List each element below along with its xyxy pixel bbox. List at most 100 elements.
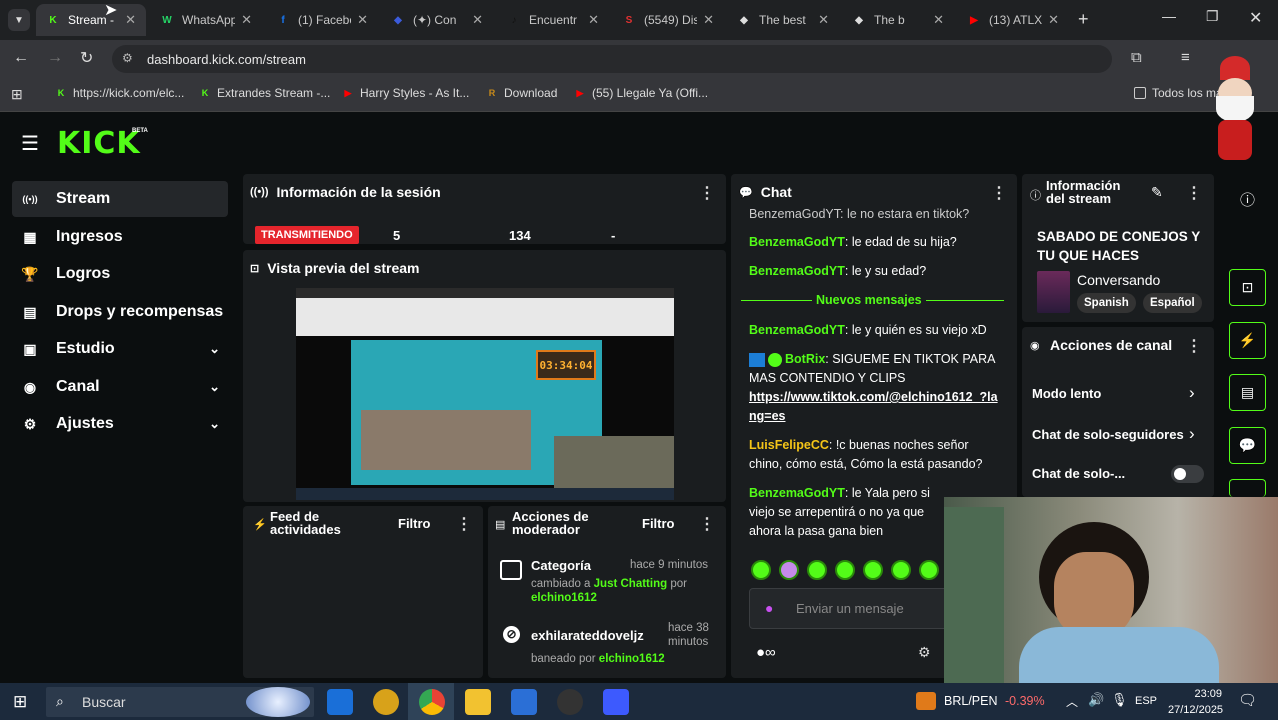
taskbar-search[interactable]: ⌕ Buscar — [46, 687, 314, 717]
category-name[interactable]: Conversando — [1077, 272, 1160, 288]
app-medal-icon[interactable] — [373, 689, 399, 715]
stream-preview-video[interactable]: 03:34:04 — [296, 288, 674, 500]
app-blue-icon[interactable] — [603, 689, 629, 715]
bookmark-item[interactable]: ▶ Harry Styles - As It... — [342, 86, 470, 100]
outlook-icon[interactable] — [327, 689, 353, 715]
emote-2-icon[interactable] — [779, 560, 799, 580]
emote-3-icon[interactable] — [807, 560, 827, 580]
sidebar-item-estudio[interactable]: ▣ Estudio ⌄ — [12, 331, 228, 367]
apps-grid-icon[interactable]: ⊞ — [11, 86, 23, 103]
chat-username[interactable]: BenzemaGodYT — [749, 486, 845, 500]
tab-0[interactable]: K Stream - ✕ — [36, 4, 146, 36]
chevron-down-icon[interactable]: ⌄ — [209, 341, 220, 357]
info-rail-icon[interactable]: ⓘ — [1240, 189, 1255, 210]
emote-6-icon[interactable] — [891, 560, 911, 580]
rail-lightning-button[interactable]: ⚡ — [1229, 322, 1266, 359]
subs-only-toggle[interactable] — [1171, 465, 1204, 483]
clock[interactable]: 23:09 27/12/2025 — [1168, 686, 1223, 718]
mod-filter-button[interactable]: Filtro — [642, 516, 675, 531]
tab-1[interactable]: W WhatsApp ✕ — [150, 4, 262, 36]
forward-icon[interactable]: → — [47, 49, 63, 67]
language-indicator[interactable]: ESP — [1135, 695, 1157, 707]
bookmark-item[interactable]: K Extrandes Stream -... — [199, 86, 331, 100]
file-explorer-icon[interactable] — [465, 689, 491, 715]
chevron-right-icon[interactable]: › — [1189, 383, 1195, 403]
site-info-icon[interactable]: ⚙ — [122, 51, 133, 65]
chrome-icon[interactable] — [419, 689, 445, 715]
bookmark-item[interactable]: R Download — [486, 86, 558, 100]
tab-close-icon[interactable]: ✕ — [818, 12, 829, 28]
store-icon[interactable] — [511, 689, 537, 715]
mic-tray-icon[interactable]: 🎙 — [1111, 692, 1128, 708]
mod-actor-link[interactable]: elchino1612 — [599, 653, 665, 665]
tab-5[interactable]: S (5549) Dis ✕ — [612, 4, 724, 36]
rail-chat-button[interactable]: 💬 — [1229, 427, 1266, 464]
chat-menu-icon[interactable]: ⋮ — [991, 183, 1007, 203]
back-icon[interactable]: ← — [13, 49, 29, 67]
emote-5-icon[interactable] — [863, 560, 883, 580]
edit-pencil-icon[interactable]: ✎ — [1151, 184, 1163, 201]
sidebar-item-ingresos[interactable]: ▦ Ingresos — [12, 219, 228, 255]
channel-actions-menu-icon[interactable]: ⋮ — [1186, 336, 1202, 356]
kick-logo[interactable]: KICK — [57, 126, 141, 161]
mod-menu-icon[interactable]: ⋮ — [699, 514, 715, 534]
new-tab-button[interactable]: + — [1078, 9, 1089, 30]
minimize-button[interactable]: — — [1162, 8, 1176, 24]
microphone-icon[interactable]: ● — [765, 600, 773, 616]
slow-mode-row[interactable]: Modo lento — [1032, 386, 1101, 401]
reload-icon[interactable]: ↻ — [80, 48, 93, 68]
tab-close-icon[interactable]: ✕ — [703, 12, 714, 28]
tab-close-icon[interactable]: ✕ — [125, 12, 136, 28]
feed-menu-icon[interactable]: ⋮ — [456, 514, 472, 534]
tag-chip[interactable]: Español — [1143, 293, 1202, 313]
points-icon[interactable]: ●∞ — [756, 644, 776, 661]
tab-8[interactable]: ▶ (13) ATLX ✕ — [957, 4, 1069, 36]
extensions-icon[interactable]: ⧉ — [1131, 49, 1142, 66]
media-controls-icon[interactable]: ≡ — [1181, 49, 1190, 66]
chat-username[interactable]: BenzemaGodYT — [749, 264, 845, 278]
followers-only-row[interactable]: Chat de solo-seguidores — [1032, 427, 1184, 442]
tab-close-icon[interactable]: ✕ — [472, 12, 483, 28]
sidebar-item-canal[interactable]: ◉ Canal ⌄ — [12, 369, 228, 405]
mod-actor-link[interactable]: elchino1612 — [531, 592, 597, 604]
emote-7-icon[interactable] — [919, 560, 939, 580]
menu-icon[interactable]: ☰ — [21, 131, 39, 156]
chat-username[interactable]: LuisFelipeCC — [749, 438, 829, 452]
emote-4-icon[interactable] — [835, 560, 855, 580]
stream-info-menu-icon[interactable]: ⋮ — [1186, 183, 1202, 203]
sidebar-item-drops[interactable]: ▤ Drops y recompensas — [12, 294, 228, 330]
maximize-button[interactable]: ❐ — [1206, 8, 1219, 25]
tab-close-icon[interactable]: ✕ — [357, 12, 368, 28]
rail-camera-button[interactable]: ⊡ — [1229, 269, 1266, 306]
volume-icon[interactable]: 🔊 — [1088, 692, 1104, 708]
tab-close-icon[interactable]: ✕ — [241, 12, 252, 28]
session-menu-icon[interactable]: ⋮ — [699, 183, 715, 203]
obs-icon[interactable] — [557, 689, 583, 715]
notifications-icon[interactable]: 🗨 — [1238, 691, 1257, 709]
chat-link[interactable]: https://www.tiktok.com/@elchino1612_?lan… — [749, 390, 998, 423]
chevron-down-icon[interactable]: ⌄ — [209, 379, 220, 395]
sidebar-item-logros[interactable]: 🏆 Logros — [12, 256, 228, 292]
tab-close-icon[interactable]: ✕ — [1048, 12, 1059, 28]
tab-6[interactable]: ◆ The best ✕ — [727, 4, 839, 36]
bookmark-item[interactable]: Khttps://kick.com/elc... — [55, 86, 185, 100]
tab-close-icon[interactable]: ✕ — [588, 12, 599, 28]
chat-username[interactable]: BenzemaGodYT — [749, 235, 845, 249]
tag-chip[interactable]: Spanish — [1077, 293, 1136, 313]
url-bar[interactable]: ⚙ dashboard.kick.com/stream — [112, 45, 1112, 73]
bookmark-item[interactable]: ▶ (55) Llegale Ya (Offi... — [574, 86, 709, 100]
chevron-right-icon[interactable]: › — [1189, 424, 1195, 444]
chat-settings-icon[interactable]: ⚙ — [918, 644, 931, 661]
tab-2[interactable]: f (1) Facebo ✕ — [266, 4, 378, 36]
rail-broadcast-button[interactable] — [1229, 479, 1266, 497]
tab-list-dropdown-icon[interactable]: ▼ — [8, 9, 30, 31]
tray-chevron-icon[interactable]: ︿ — [1066, 693, 1078, 710]
chat-username[interactable]: BotRix — [785, 352, 825, 366]
tab-7[interactable]: ◆ The b ✕ — [842, 4, 954, 36]
sidebar-item-ajustes[interactable]: ⚙ Ajustes ⌄ — [12, 406, 228, 442]
chevron-down-icon[interactable]: ⌄ — [209, 416, 220, 432]
rail-list-button[interactable]: ▤ — [1229, 374, 1266, 411]
tab-close-icon[interactable]: ✕ — [933, 12, 944, 28]
close-window-button[interactable]: ✕ — [1249, 8, 1262, 28]
windows-start-icon[interactable]: ⊞ — [13, 692, 27, 712]
